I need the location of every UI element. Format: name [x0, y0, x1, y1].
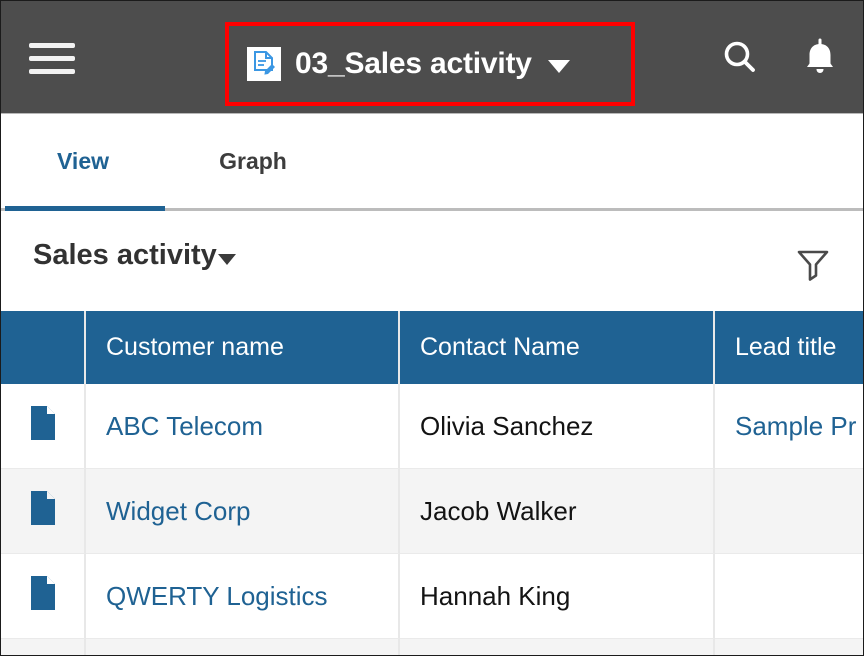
search-icon[interactable]: [717, 35, 763, 81]
cell-contact-name: Olivia Sanchez: [400, 384, 715, 469]
app-window: 03_Sales activity View Gr: [0, 0, 864, 656]
app-header-actions: [717, 35, 843, 81]
record-document-icon: [29, 405, 57, 448]
column-header-icon[interactable]: [1, 311, 86, 384]
table-row[interactable]: Widget Corp Jacob Walker: [1, 469, 864, 554]
row-record-icon-cell[interactable]: [1, 554, 86, 639]
cell-customer-name[interactable]: QWERTY Logistics: [86, 554, 400, 639]
view-selector-label: Sales activity: [33, 239, 217, 272]
tab-list: View Graph: [1, 114, 341, 208]
table-row[interactable]: ABC Telecom Olivia Sanchez Sample Pr: [1, 384, 864, 469]
app-title-dropdown[interactable]: 03_Sales activity: [247, 41, 570, 87]
view-toolbar: Sales activity: [1, 211, 864, 311]
table-row[interactable]: [1, 639, 864, 656]
hamburger-bar: [29, 43, 75, 48]
tab-graph[interactable]: Graph: [165, 114, 341, 208]
record-document-icon: [29, 575, 57, 618]
caret-down-icon: [218, 254, 236, 265]
cell-lead-title: [715, 639, 864, 656]
row-record-icon-cell[interactable]: [1, 469, 86, 554]
column-header-lead-title[interactable]: Lead title: [715, 311, 864, 384]
data-table: Customer name Contact Name Lead title AB…: [1, 311, 864, 656]
tab-bar: View Graph: [1, 113, 864, 211]
row-record-icon-cell[interactable]: [1, 384, 86, 469]
view-selector-dropdown[interactable]: Sales activity: [33, 239, 236, 272]
column-header-customer-name[interactable]: Customer name: [86, 311, 400, 384]
cell-customer-name[interactable]: ABC Telecom: [86, 384, 400, 469]
chevron-down-icon: [548, 60, 570, 73]
table-row[interactable]: QWERTY Logistics Hannah King: [1, 554, 864, 639]
row-record-icon-cell[interactable]: [1, 639, 86, 656]
filter-funnel-icon[interactable]: [791, 241, 835, 285]
cell-lead-title: [715, 469, 864, 554]
cell-customer-name: [86, 639, 400, 656]
cell-lead-title[interactable]: Sample Pr: [715, 384, 864, 469]
cell-lead-title: [715, 554, 864, 639]
record-document-icon: [29, 490, 57, 533]
table-header-row: Customer name Contact Name Lead title: [1, 311, 864, 384]
hamburger-bar: [29, 69, 75, 74]
cell-contact-name: Hannah King: [400, 554, 715, 639]
app-header-bar: 03_Sales activity: [1, 1, 864, 113]
cell-contact-name: Jacob Walker: [400, 469, 715, 554]
hamburger-bar: [29, 56, 75, 61]
tab-view[interactable]: View: [1, 114, 165, 208]
document-edit-icon: [247, 47, 281, 81]
cell-customer-name[interactable]: Widget Corp: [86, 469, 400, 554]
bell-icon[interactable]: [797, 35, 843, 81]
hamburger-menu-icon[interactable]: [29, 43, 75, 75]
column-header-contact-name[interactable]: Contact Name: [400, 311, 715, 384]
cell-contact-name: [400, 639, 715, 656]
app-title-label: 03_Sales activity: [295, 47, 532, 81]
